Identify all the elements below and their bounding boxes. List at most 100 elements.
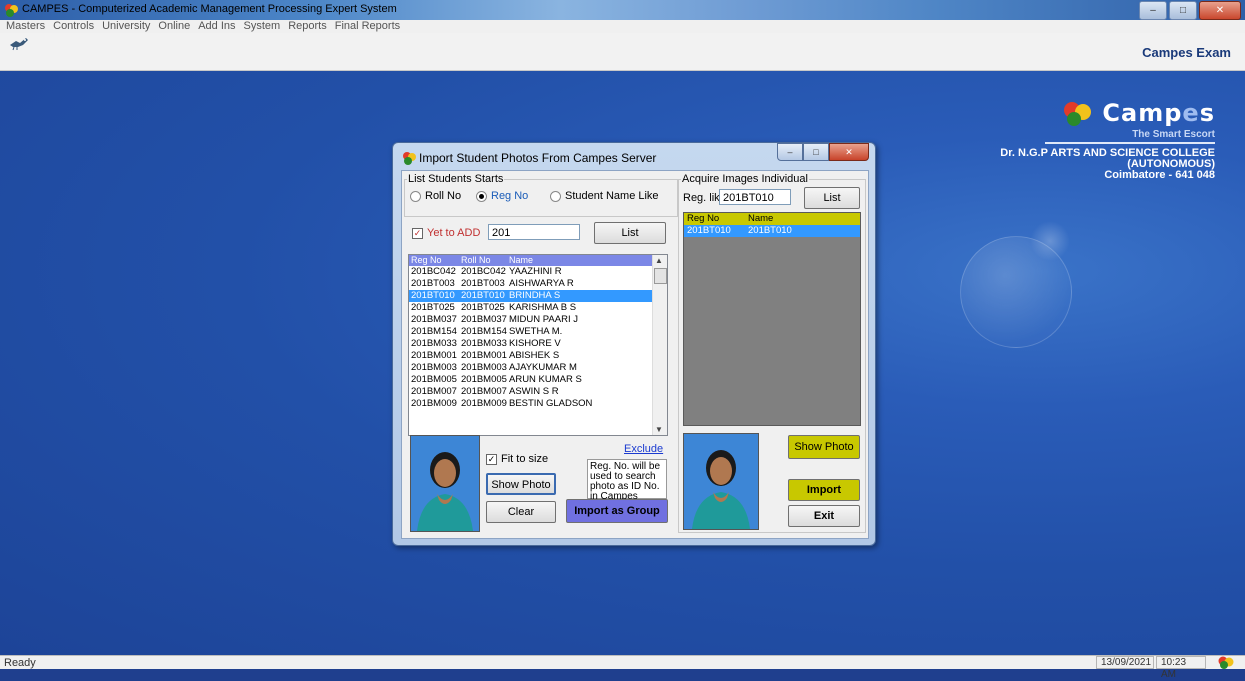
cell-name: YAAZHINI R: [509, 266, 562, 277]
import-photos-dialog: Import Student Photos From Campes Server…: [392, 142, 876, 546]
campes-logo-icon: [1064, 102, 1092, 126]
acquire-cell-reg: 201BT010: [687, 225, 731, 236]
import-button[interactable]: Import: [788, 479, 860, 501]
col-roll-no[interactable]: Roll No: [459, 255, 507, 266]
acquire-col-name[interactable]: Name: [745, 213, 828, 225]
close-button[interactable]: ✕: [1199, 1, 1241, 20]
table-row[interactable]: 201BM009 201BM009 BESTIN GLADSON: [409, 398, 667, 410]
cell-roll-no: 201BM154: [461, 326, 507, 337]
maximize-button[interactable]: □: [1169, 1, 1197, 20]
table-row[interactable]: 201BT025 201BT025 KARISHMA B S: [409, 302, 667, 314]
brand-tagline: The Smart Escort: [1132, 129, 1215, 140]
student-name-label: Student Name Like: [565, 190, 659, 202]
minimize-button[interactable]: –: [1139, 1, 1167, 20]
cell-roll-no: 201BM009: [461, 398, 507, 409]
menu-reports[interactable]: Reports: [288, 20, 327, 33]
bird-icon[interactable]: [8, 35, 30, 51]
acquire-row[interactable]: 201BT010 201BT010: [684, 225, 860, 237]
list-button[interactable]: List: [594, 222, 666, 244]
radio-dot: [410, 190, 421, 202]
reg-no-note: Reg. No. will be used to search photo as…: [587, 459, 667, 512]
exclude-link[interactable]: Exclude: [624, 443, 663, 455]
yet-to-add-checkbox[interactable]: ✓ Yet to ADD: [412, 227, 480, 239]
cell-name: AISHWARYA R: [509, 278, 574, 289]
reg-like-input[interactable]: 201BT010: [719, 189, 791, 205]
scroll-down-icon[interactable]: ▼: [655, 425, 663, 434]
fit-to-size-checkbox[interactable]: ✓ Fit to size: [486, 453, 548, 465]
menu-online[interactable]: Online: [158, 20, 190, 33]
col-name[interactable]: Name: [507, 255, 599, 266]
reg-no-radio[interactable]: Reg No: [476, 190, 528, 202]
col-reg-no[interactable]: Reg No: [409, 255, 459, 266]
menu-masters[interactable]: Masters: [6, 20, 45, 33]
grid-header: Reg No Roll No Name: [409, 255, 667, 266]
student-name-radio[interactable]: Student Name Like: [550, 190, 659, 202]
table-row[interactable]: 201BC042 201BC042 YAAZHINI R: [409, 266, 667, 278]
fit-to-size-label: Fit to size: [501, 453, 549, 465]
menu-university[interactable]: University: [102, 20, 150, 33]
roll-no-radio[interactable]: Roll No: [410, 190, 461, 202]
acquire-cell-name: 201BT010: [748, 225, 792, 236]
exit-button[interactable]: Exit: [788, 505, 860, 527]
menu-controls[interactable]: Controls: [53, 20, 94, 33]
cell-reg-no: 201BM001: [411, 350, 457, 361]
dialog-close-button[interactable]: ✕: [829, 143, 869, 161]
status-date: 13/09/2021: [1096, 656, 1154, 669]
app-titlebar: CAMPES - Computerized Academic Managemen…: [0, 0, 1245, 20]
cell-reg-no: 201BM154: [411, 326, 457, 337]
radio-dot-selected: [476, 190, 487, 202]
menu-bar: Masters Controls University Online Add I…: [0, 20, 1245, 33]
clear-button[interactable]: Clear: [486, 501, 556, 523]
cell-roll-no: 201BM033: [461, 338, 507, 349]
acquire-images-legend: Acquire Images Individual: [682, 173, 808, 185]
cell-roll-no: 201BM001: [461, 350, 507, 361]
cell-reg-no: 201BT003: [411, 278, 455, 289]
college-location: Coimbatore - 641 048: [1104, 169, 1215, 181]
show-photo-button[interactable]: Show Photo: [486, 473, 556, 495]
import-as-group-button[interactable]: Import as Group: [566, 499, 668, 523]
cell-name: ARUN KUMAR S: [509, 374, 582, 385]
yet-to-add-input[interactable]: 201: [488, 224, 580, 240]
brand-name-3: s: [1199, 99, 1215, 127]
campes-brand: Campes The Smart Escort Dr. N.G.P ARTS A…: [955, 99, 1215, 219]
cell-reg-no: 201BM005: [411, 374, 457, 385]
cell-roll-no: 201BM037: [461, 314, 507, 325]
menu-final-reports[interactable]: Final Reports: [335, 20, 400, 33]
roll-no-label: Roll No: [425, 190, 462, 202]
table-row[interactable]: 201BT010 201BT010 BRINDHA S: [409, 290, 667, 302]
acquire-col-reg-no[interactable]: Reg No: [684, 213, 745, 225]
table-row[interactable]: 201BM007 201BM007 ASWIN S R: [409, 386, 667, 398]
menu-add-ins[interactable]: Add Ins: [198, 20, 235, 33]
table-row[interactable]: 201BM033 201BM033 KISHORE V: [409, 338, 667, 350]
table-row[interactable]: 201BM003 201BM003 AJAYKUMAR M: [409, 362, 667, 374]
menu-system[interactable]: System: [244, 20, 281, 33]
dialog-maximize-button[interactable]: □: [803, 143, 829, 161]
cell-roll-no: 201BM003: [461, 362, 507, 373]
cell-name: KARISHMA B S: [509, 302, 577, 313]
students-grid[interactable]: Reg No Roll No Name 201BC042 201BC042 YAAZ…: [408, 254, 668, 436]
radio-dot: [550, 190, 561, 202]
table-row[interactable]: 201BM001 201BM001 ABISHEK S: [409, 350, 667, 362]
cell-reg-no: 201BC042: [411, 266, 456, 277]
app-title: CAMPES - Computerized Academic Managemen…: [22, 3, 397, 15]
acquire-list-button[interactable]: List: [804, 187, 860, 209]
scroll-up-icon[interactable]: ▲: [655, 256, 663, 265]
dialog-minimize-button[interactable]: –: [777, 143, 803, 161]
table-row[interactable]: 201BT003 201BT003 AISHWARYA R: [409, 278, 667, 290]
table-row[interactable]: 201BM037 201BM037 MIDUN PAARI J: [409, 314, 667, 326]
cell-reg-no: 201BM003: [411, 362, 457, 373]
student-portrait-icon: [411, 436, 479, 531]
scroll-thumb[interactable]: [654, 268, 667, 284]
brand-name-2: e: [1182, 99, 1200, 127]
table-row[interactable]: 201BM154 201BM154 SWETHA M.: [409, 326, 667, 338]
status-time: 10:23 AM: [1156, 656, 1206, 680]
grid-scrollbar[interactable]: ▲ ▼: [652, 255, 667, 435]
individual-show-photo-button[interactable]: Show Photo: [788, 435, 860, 459]
acquire-grid[interactable]: Reg No Name 201BT010 201BT010: [683, 212, 861, 426]
cell-roll-no: 201BT003: [461, 278, 505, 289]
table-row[interactable]: 201BM005 201BM005 ARUN KUMAR S: [409, 374, 667, 386]
individual-photo-preview: [683, 433, 759, 530]
checkbox-checked: ✓: [486, 453, 497, 465]
dialog-window-controls: – □ ✕: [777, 143, 869, 161]
status-bar: Ready 13/09/2021 10:23 AM: [0, 655, 1245, 680]
